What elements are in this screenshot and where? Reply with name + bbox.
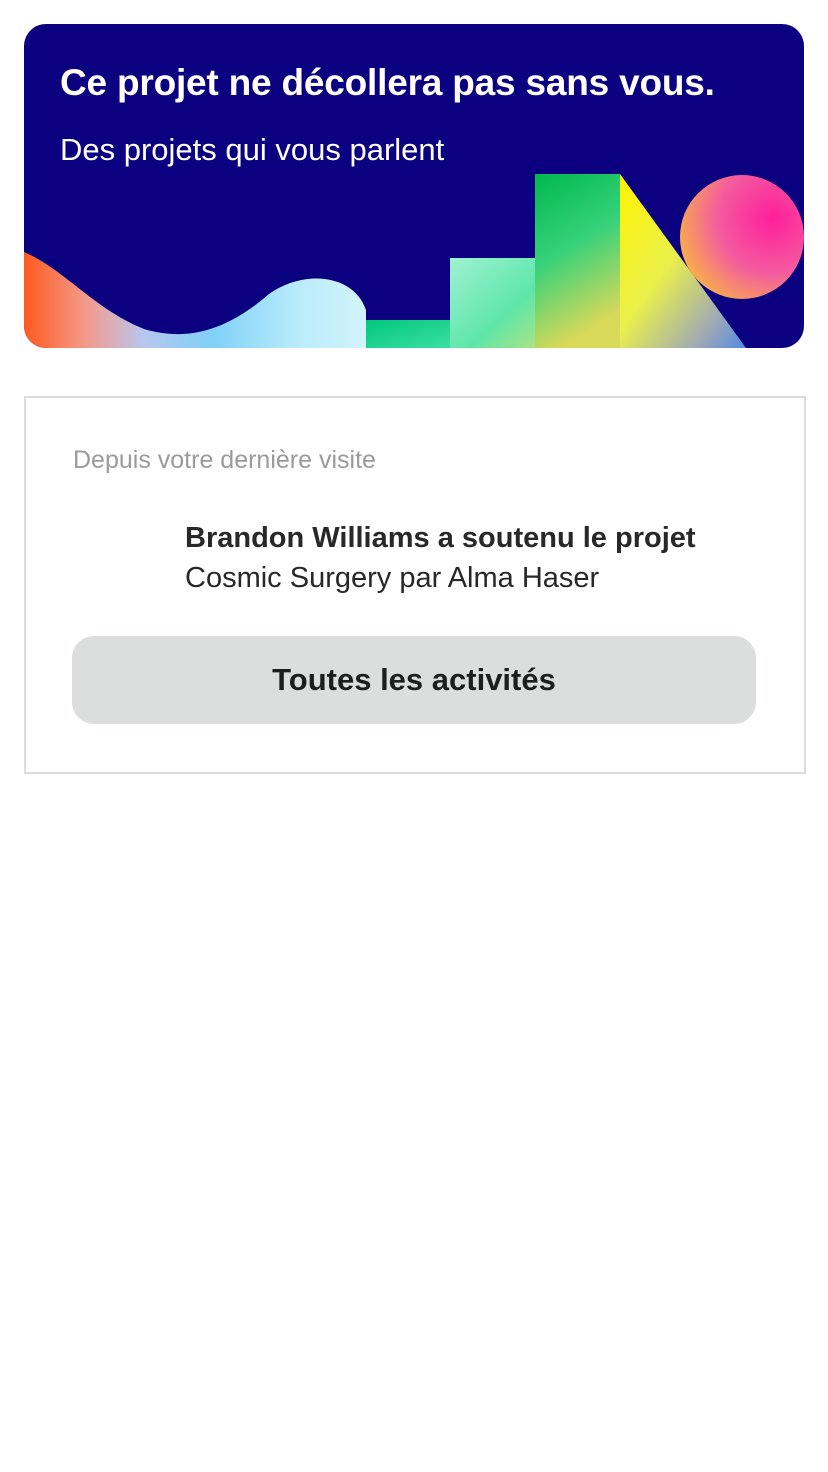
banner-title: Ce projet ne décollera pas sans vous. (60, 62, 715, 103)
promo-banner[interactable]: Ce projet ne décollera pas sans vous. De… (24, 24, 804, 348)
page: Ce projet ne décollera pas sans vous. De… (0, 0, 828, 1472)
activity-item[interactable]: Brandon Williams a soutenu le projet Cos… (185, 518, 696, 598)
banner-subtitle: Des projets qui vous parlent (60, 132, 445, 167)
avatar (73, 520, 153, 600)
activity-headline: Brandon Williams a soutenu le projet (185, 522, 696, 554)
activity-card: Depuis votre dernière visite Brandon Wil… (24, 396, 806, 774)
section-label: Depuis votre dernière visite (73, 446, 376, 474)
activity-detail: Cosmic Surgery par Alma Haser (185, 562, 600, 594)
all-activities-button[interactable]: Toutes les activités (72, 636, 756, 724)
